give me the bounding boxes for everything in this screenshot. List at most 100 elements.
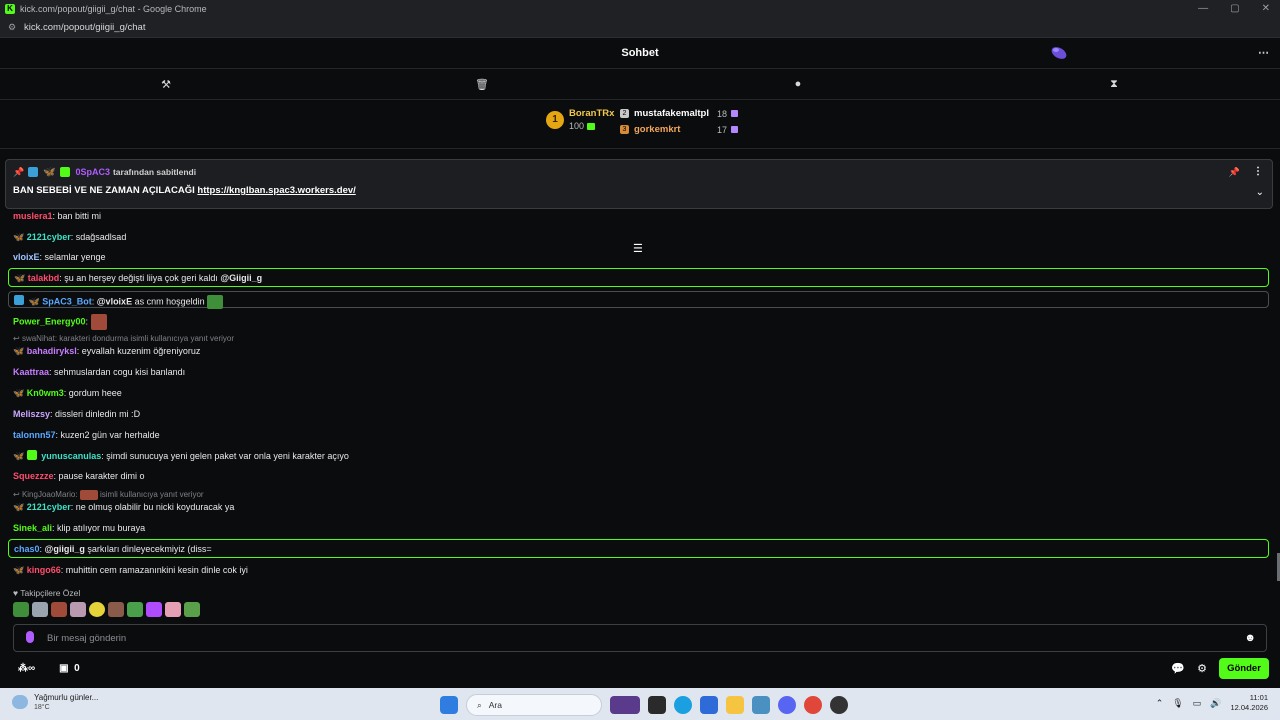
site-info-icon[interactable]: ⚙ [8,22,18,33]
ban-hammer-icon[interactable]: ⚒ [159,78,173,91]
chat-message-list[interactable]: muslera1: ban bitti mi 🦋 2121cyber: sdağ… [0,209,1280,579]
store-app-icon[interactable] [700,696,718,714]
mention[interactable]: @giigii_g [45,544,85,554]
chat-username[interactable]: 2121cyber [27,502,71,512]
url-text[interactable]: kick.com/popout/giigii_g/chat [24,22,145,33]
discord-icon[interactable] [778,696,796,714]
chat-username[interactable]: chas0 [14,544,40,554]
chat-input-box[interactable]: ☻ [13,624,1267,652]
chat-message-highlighted: 🦋 talakbd: şu an herşey değişti liiya ço… [8,268,1269,287]
leaderboard-row[interactable]: 3 gorkemkrt 17 [620,124,738,135]
pinned-message[interactable]: 📌 🦋 0SpAC3 tarafından sabitlendi BAN SEB… [5,159,1273,209]
chat-message: talonnn57: kuzen2 gün var herhalde [13,430,160,440]
pin-icon[interactable]: 📌 [1229,167,1240,178]
leaderboard-first[interactable]: 1 BoranTRx 100 [546,108,614,131]
smiley-emote-icon[interactable] [89,602,105,617]
trash-icon[interactable]: 🗑 [475,78,489,91]
taskbar-search[interactable]: ⌕ Ara [466,694,602,716]
maximize-icon[interactable]: ▢ [1230,0,1239,17]
volume-icon[interactable]: 🔊 [1210,698,1221,709]
pinned-link[interactable]: https://knglban.spac3.workers.dev/ [197,185,355,196]
chat-username[interactable]: muslera1 [13,211,53,221]
channel-points-icon[interactable]: ⁂∞ [18,663,35,674]
explorer-icon[interactable] [726,696,744,714]
chevron-up-icon[interactable]: ⌃ [1156,698,1164,709]
chat-message-bot: 🦋 SpAC3_Bot: @vloixE as cnm hoşgeldin [8,291,1269,309]
face-emote-icon[interactable] [51,602,67,617]
chat-username[interactable]: yunuscanulas [41,451,101,461]
leaderboard-row[interactable]: 2 mustafakemaltpl 18 [620,108,738,119]
hourglass-icon[interactable]: ⧗ [1107,78,1121,91]
chat-username[interactable]: Kn0wm3 [27,388,64,398]
chat-username[interactable]: Kaattraa [13,367,49,377]
vip-badge-icon [14,295,24,306]
task-view-icon[interactable] [648,696,666,714]
chat-username[interactable]: 2121cyber [27,232,71,242]
reply-context[interactable]: ↩ swaNihat: karakteri dondurma isimli ku… [13,334,234,343]
start-icon[interactable] [440,696,458,714]
chat-more-icon[interactable]: ⋯ [1258,46,1270,59]
subscriber-badge-icon [60,167,71,177]
mic-tray-icon[interactable]: 🎙 [1172,698,1183,709]
chat-username[interactable]: Squezzze [13,471,54,481]
butterfly-badge-icon: 🦋 [28,296,40,307]
obs-icon[interactable] [830,696,848,714]
chat-message-highlighted: chas0: @giigii_g şarkıları dinleyecekmiy… [8,539,1269,558]
chat-username[interactable]: SpAC3_Bot [42,296,92,306]
chrome-icon[interactable] [804,696,822,714]
chat-username[interactable]: talakbd [28,273,60,283]
frog-emote-icon[interactable] [127,602,143,617]
chat-bubble-icon[interactable]: 💬 [1171,662,1185,675]
chat-username[interactable]: Meliszsy [13,409,50,419]
mention[interactable]: @Giigii_g [220,273,262,283]
pinned-by-user[interactable]: 0SpAC3 [75,167,110,177]
pepe-emote-icon[interactable] [13,602,29,617]
leaderboard-name: mustafakemaltpl [634,108,709,119]
cat-pink-emote-icon[interactable] [70,602,86,617]
girl-emote-icon[interactable] [108,602,124,617]
chat-username[interactable]: bahadiryksl [27,346,77,356]
edge-icon[interactable] [674,696,692,714]
chat-bubble-icon[interactable]: ● [791,78,805,90]
weather-widget[interactable]: Yağmurlu günler... 18°C [12,693,98,711]
chat-username[interactable]: Sinek_ali [13,523,52,533]
settings-gear-icon[interactable]: ⚙ [1197,662,1207,675]
pinned-more-icon[interactable]: ⋮ [1253,166,1263,177]
custom-emote-icon [90,314,107,330]
send-button[interactable]: Gönder [1219,658,1269,679]
chat-footer: ⁂∞ ▣ 0 💬 ⚙ Gönder [0,655,1280,683]
chevron-down-icon[interactable]: ⌄ [1256,187,1264,198]
chat-message: Kaattraa: sehmuslardan cogu kisi banland… [13,367,186,377]
close-icon[interactable]: ✕ [1262,0,1270,17]
points-button[interactable]: ▣ 0 [59,663,80,674]
chat-username[interactable]: kingo66 [27,565,61,575]
network-icon[interactable]: ▭ [1193,698,1202,709]
chat-username[interactable]: vloixE [13,252,40,262]
reply-context[interactable]: ↩ KingJoaoMario: isimli kullanıcıya yanı… [13,490,204,500]
chat-username[interactable]: Power_Energy00 [13,316,86,326]
gift-icon [731,109,738,117]
chat-message: Sinek_ali: klip atılıyor mu buraya [13,523,146,533]
clock[interactable]: 11:01 12.04.2026 [1230,693,1268,713]
pig-emote-icon[interactable] [165,602,181,617]
mic-icon[interactable] [26,631,34,643]
promo-icon[interactable] [610,696,640,714]
fish-emote-icon[interactable] [146,602,162,617]
frog-lying-emote-icon[interactable] [184,602,200,617]
emote-tray [13,602,200,617]
cat-emote-icon[interactable] [32,602,48,617]
chat-message: 🦋 2121cyber: sdağsadlsad [13,232,127,242]
custom-emote-icon [79,490,98,500]
cloud-rain-icon [12,695,28,709]
address-bar[interactable]: ⚙ kick.com/popout/giigii_g/chat [0,17,1280,38]
gold-medal-icon: 1 [546,110,564,129]
mention[interactable]: @vloixE [97,296,132,306]
settings-app-icon[interactable] [752,696,770,714]
chat-message: 🦋 2121cyber: ne olmuş olabilir bu nicki … [13,502,235,512]
minimize-icon[interactable]: — [1198,0,1208,17]
emoji-picker-icon[interactable]: ☻ [1244,632,1256,644]
mod-tools-bar: ⚒ 🗑 ● ⧗ [0,69,1280,100]
search-icon: ⌕ [477,699,482,710]
message-input[interactable] [47,631,1197,645]
chat-username[interactable]: talonnn57 [13,430,56,440]
